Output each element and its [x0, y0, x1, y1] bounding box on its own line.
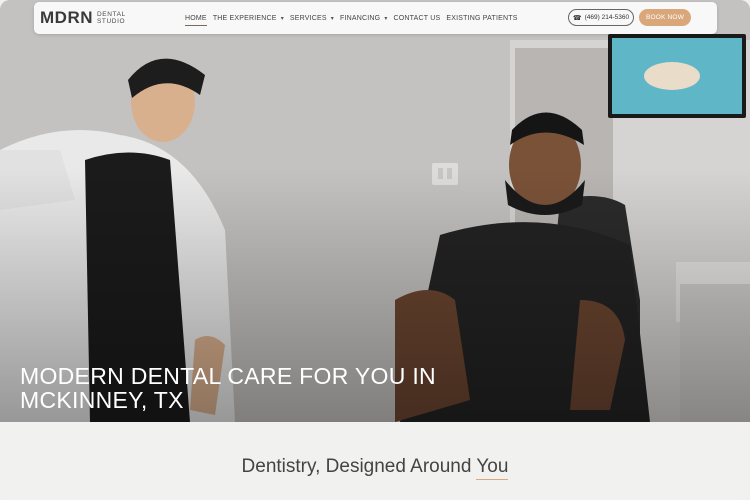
chevron-down-icon: ▾: [330, 15, 334, 22]
hero-title: MODERN DENTAL CARE FOR YOU IN MCKINNEY, …: [20, 363, 436, 413]
nav-item-financing[interactable]: FINANCING ▾: [340, 15, 388, 22]
nav-item-services[interactable]: SERVICES ▾: [290, 15, 334, 22]
nav-item-label: FINANCING: [340, 14, 381, 22]
nav-item-label: SERVICES: [289, 14, 327, 22]
page-frame: MODERN DENTAL CARE FOR YOU IN MCKINNEY, …: [0, 0, 750, 500]
phone-icon: ☎: [572, 14, 582, 22]
book-now-button[interactable]: BOOK NOW: [639, 9, 691, 26]
logo-mark: MDRN: [40, 8, 93, 27]
nav-item-label: THE EXPERIENCE: [212, 14, 277, 22]
phone-button[interactable]: ☎ (469) 214-5360: [568, 9, 634, 26]
nav-item-label: EXISTING PATIENTS: [446, 14, 518, 22]
site-header: MDRN DENTAL STUDIO HOME THE EXPERIENCE ▾…: [34, 2, 717, 34]
section-heading-accent: You: [476, 456, 509, 477]
nav-item-label: HOME: [185, 14, 207, 22]
nav-item-label: CONTACT US: [393, 14, 441, 22]
chevron-down-icon: ▾: [384, 15, 388, 22]
nav-item-existing-patients[interactable]: EXISTING PATIENTS: [446, 15, 517, 22]
phone-number: (469) 214-5360: [584, 14, 630, 21]
hero-section: MODERN DENTAL CARE FOR YOU IN MCKINNEY, …: [0, 0, 750, 422]
section-heading-main: Dentistry, Designed Around: [241, 456, 477, 477]
main-nav: HOME THE EXPERIENCE ▾ SERVICES ▾ FINANCI…: [185, 2, 518, 34]
book-now-label: BOOK NOW: [645, 14, 685, 21]
nav-item-the-experience[interactable]: THE EXPERIENCE ▾: [213, 15, 284, 22]
site-logo[interactable]: MDRN DENTAL STUDIO: [40, 8, 133, 28]
nav-item-home[interactable]: HOME: [185, 14, 207, 26]
nav-item-contact-us[interactable]: CONTACT US: [394, 15, 441, 22]
hero-overlay: [0, 0, 750, 422]
chevron-down-icon: ▾: [280, 15, 284, 22]
section-heading: Dentistry, Designed Around You: [0, 456, 750, 478]
logo-subtitle: DENTAL STUDIO: [97, 11, 126, 25]
